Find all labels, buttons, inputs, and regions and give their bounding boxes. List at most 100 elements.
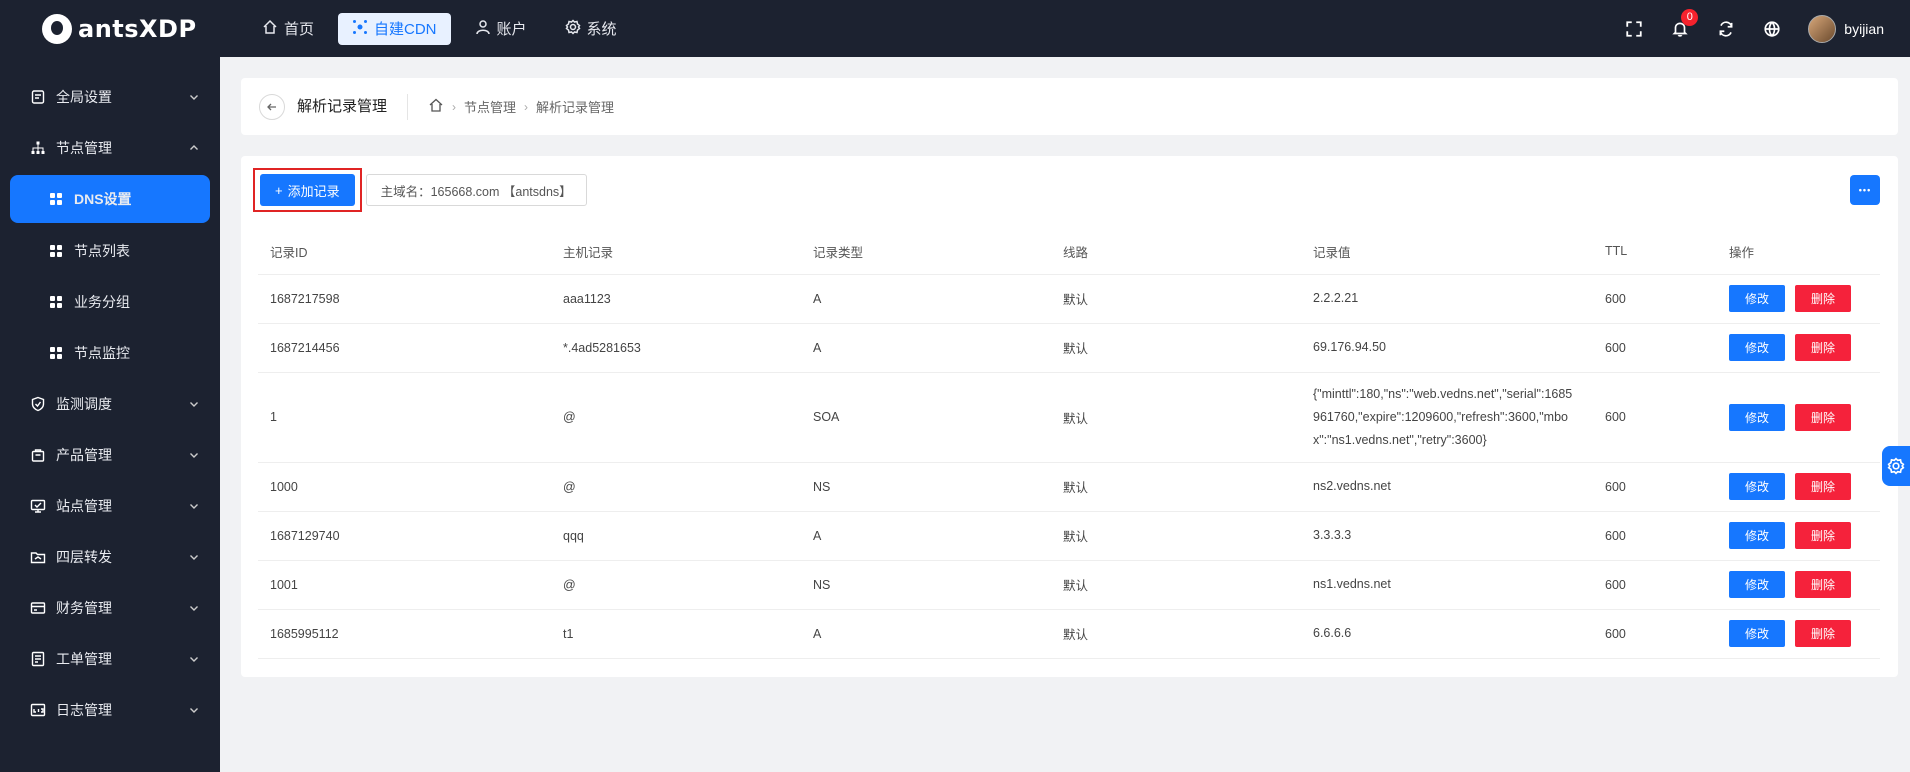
top-nav: 首页 自建CDN 账户 系统 (248, 12, 631, 45)
more-icon: ••• (1858, 185, 1872, 195)
chevron-right-icon: › (524, 99, 529, 114)
top-actions: 0 byijian (1624, 8, 1910, 43)
logo[interactable]: antsXDP (0, 0, 220, 57)
sidebar-item-label: 产品管理 (56, 446, 112, 463)
cell-actions: 修改 删除 (1717, 462, 1880, 512)
table-row: 1001 @ NS 默认 ns1.vedns.net 600 修改 删除 (258, 560, 1880, 610)
cell-ttl: 600 (1593, 323, 1717, 373)
cell-ttl: 600 (1593, 462, 1717, 512)
globe-icon[interactable] (1762, 19, 1782, 39)
breadcrumb-item[interactable]: 节点管理 (464, 97, 516, 116)
column-header: TTL (1593, 229, 1717, 275)
edit-button[interactable]: 修改 (1729, 334, 1785, 361)
sidebar-item-label: 工单管理 (56, 650, 112, 667)
cell-record-id: 1687217598 (258, 274, 551, 324)
dns-records-table: 记录ID 主机记录 记录类型 线路 记录值 TTL 操作 1687217598 … (258, 229, 1880, 659)
sidebar-subitem-node-monitoring[interactable]: 节点监控 (0, 327, 220, 378)
cell-type: SOA (801, 372, 1051, 463)
add-record-button[interactable]: + 添加记录 (260, 174, 355, 206)
table-row: 1000 @ NS 默认 ns2.vedns.net 600 修改 删除 (258, 462, 1880, 512)
logo-icon (42, 13, 72, 44)
avatar (1808, 14, 1837, 43)
cell-line: 默认 (1051, 462, 1301, 512)
cdn-icon (352, 19, 368, 39)
top-bar: antsXDP 首页 自建CDN 账户 系统 0 byijian (0, 0, 1910, 57)
cell-host: @ (551, 462, 801, 512)
cell-actions: 修改 删除 (1717, 372, 1880, 463)
cell-actions: 修改 删除 (1717, 323, 1880, 373)
more-options-button[interactable]: ••• (1850, 175, 1880, 205)
edit-button[interactable]: 修改 (1729, 473, 1785, 500)
sidebar-item-ticket-management[interactable]: 工单管理 (0, 633, 220, 684)
nav-label: 自建CDN (374, 21, 437, 38)
cell-ttl: 600 (1593, 274, 1717, 324)
cell-type: A (801, 323, 1051, 373)
edit-button[interactable]: 修改 (1729, 522, 1785, 549)
edit-button[interactable]: 修改 (1729, 620, 1785, 647)
cell-line: 默认 (1051, 372, 1301, 463)
cell-record-id: 1 (258, 372, 551, 463)
chevron-down-icon (188, 449, 200, 461)
username: byijian (1844, 20, 1884, 37)
cell-host: t1 (551, 609, 801, 659)
cell-value: ns2.vedns.net (1301, 462, 1593, 512)
floating-settings-button[interactable] (1882, 446, 1910, 486)
delete-button[interactable]: 删除 (1795, 522, 1851, 549)
sidebar-item-global-settings[interactable]: 全局设置 (0, 71, 220, 122)
sidebar-item-label: 四层转发 (56, 548, 112, 565)
chevron-down-icon (188, 602, 200, 614)
fullscreen-icon[interactable] (1624, 19, 1644, 39)
back-button[interactable] (259, 93, 285, 120)
bell-icon[interactable]: 0 (1670, 8, 1699, 39)
sidebar-item-label: 节点管理 (56, 139, 112, 156)
main-domain-tag: 主域名：165668.com 【antsdns】 (365, 174, 587, 206)
refresh-icon[interactable] (1716, 19, 1736, 39)
sidebar-item-site-management[interactable]: 站点管理 (0, 480, 220, 531)
delete-button[interactable]: 删除 (1795, 473, 1851, 500)
sidebar-subitem-label: 节点列表 (74, 242, 130, 259)
edit-button[interactable]: 修改 (1729, 571, 1785, 598)
bag-icon (30, 447, 46, 463)
brand-name: antsXDP (78, 14, 197, 43)
notification-badge: 0 (1681, 8, 1699, 26)
sidebar-item-layer4-forwarding[interactable]: 四层转发 (0, 531, 220, 582)
nav-system[interactable]: 系统 (551, 13, 631, 45)
sidebar-item-label: 监测调度 (56, 395, 112, 412)
sidebar-item-monitoring-scheduling[interactable]: 监测调度 (0, 378, 220, 429)
edit-button[interactable]: 修改 (1729, 403, 1785, 431)
cell-value: ns1.vedns.net (1301, 560, 1593, 610)
cell-value: 3.3.3.3 (1301, 511, 1593, 561)
sidebar-subitem-node-list[interactable]: 节点列表 (0, 225, 220, 276)
nav-cdn[interactable]: 自建CDN (338, 12, 451, 45)
user-icon (475, 19, 491, 39)
sidebar-item-node-management[interactable]: 节点管理 (0, 122, 220, 173)
nav-account[interactable]: 账户 (461, 13, 541, 45)
column-header: 记录值 (1301, 229, 1593, 275)
sidebar-subitem-service-groups[interactable]: 业务分组 (0, 276, 220, 327)
cell-ttl: 600 (1593, 560, 1717, 610)
cell-line: 默认 (1051, 323, 1301, 373)
cell-line: 默认 (1051, 560, 1301, 610)
delete-button[interactable]: 删除 (1795, 571, 1851, 598)
nav-home[interactable]: 首页 (248, 13, 328, 45)
sidebar-subitem-dns-settings[interactable]: DNS设置 (10, 175, 210, 223)
delete-button[interactable]: 删除 (1795, 285, 1851, 312)
cell-actions: 修改 删除 (1717, 609, 1880, 659)
delete-button[interactable]: 删除 (1795, 403, 1851, 431)
cell-record-id: 1687129740 (258, 511, 551, 561)
sidebar-item-finance-management[interactable]: 财务管理 (0, 582, 220, 633)
delete-button[interactable]: 删除 (1795, 334, 1851, 361)
user-menu[interactable]: byijian (1808, 14, 1884, 43)
sidebar-item-log-management[interactable]: 日志管理 (0, 684, 220, 735)
cell-actions: 修改 删除 (1717, 274, 1880, 324)
home-icon[interactable] (428, 97, 444, 116)
chevron-down-icon (188, 704, 200, 716)
delete-button[interactable]: 删除 (1795, 620, 1851, 647)
cell-line: 默认 (1051, 274, 1301, 324)
wallet-icon (30, 600, 46, 616)
cell-type: A (801, 274, 1051, 324)
sitemap-icon (30, 140, 46, 156)
sidebar-item-product-management[interactable]: 产品管理 (0, 429, 220, 480)
edit-button[interactable]: 修改 (1729, 285, 1785, 312)
cell-host: aaa1123 (551, 274, 801, 324)
